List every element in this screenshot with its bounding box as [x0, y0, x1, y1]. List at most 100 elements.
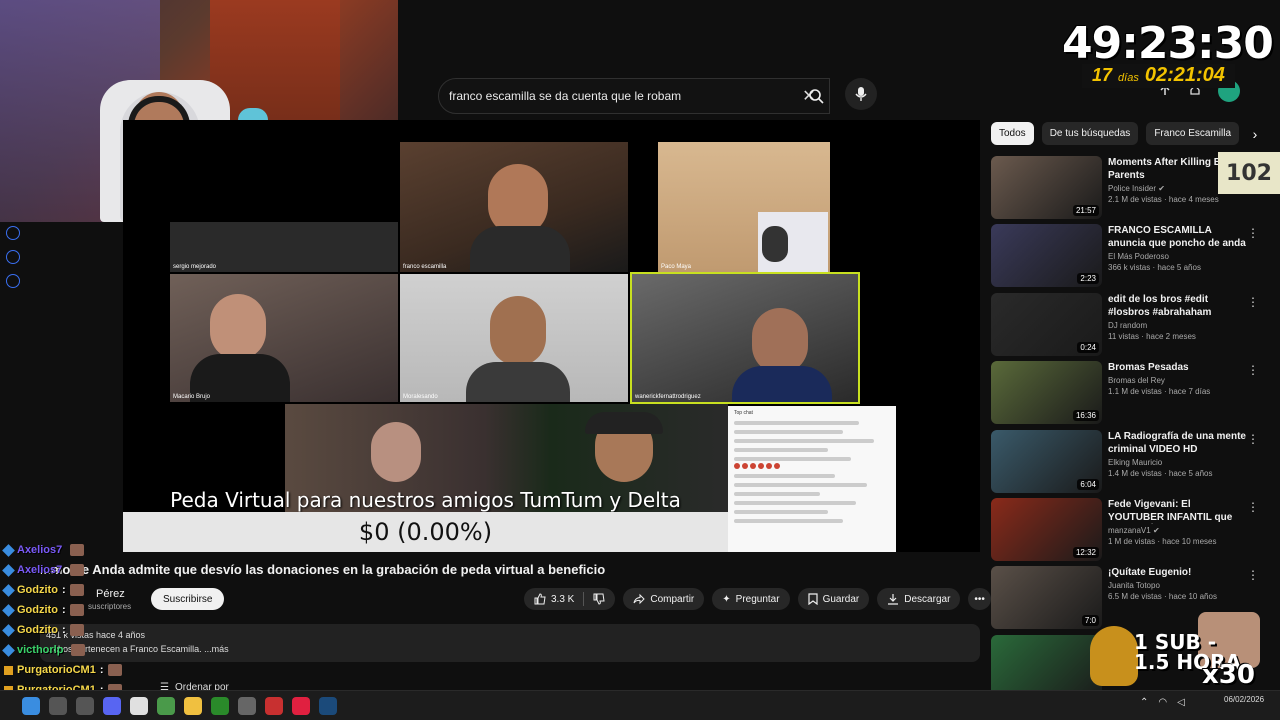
more-vert-icon[interactable]: ⋮: [1247, 295, 1259, 309]
search-icon[interactable]: [49, 697, 67, 715]
recommendation-title[interactable]: ¡Quítate Eugenio!: [1108, 566, 1248, 579]
days-count: 17: [1092, 65, 1113, 85]
opera-icon[interactable]: [292, 697, 310, 715]
emote-icon: [70, 544, 85, 556]
recommendation-channel[interactable]: El Más Poderoso: [1108, 252, 1248, 261]
recommendation-channel[interactable]: Bromas del Rey: [1108, 376, 1248, 385]
more-vert-icon[interactable]: ⋮: [1247, 432, 1259, 446]
description-box[interactable]: [40, 624, 980, 662]
app-icon[interactable]: [238, 697, 256, 715]
more-vert-icon[interactable]: ⋮: [1247, 226, 1259, 240]
recommendation-item[interactable]: 0:24 edit de los bros #edit #losbros #abr…: [991, 292, 1267, 361]
stream-chat-panel: Top chat: [728, 406, 896, 552]
channel-name[interactable]: Pérez: [96, 588, 125, 600]
volume-icon[interactable]: ◁: [1177, 697, 1185, 708]
recommendation-title[interactable]: Bromas Pesadas: [1108, 361, 1248, 374]
taskview-icon[interactable]: [76, 697, 94, 715]
sparkle-icon: ✦: [722, 593, 731, 605]
explorer-icon[interactable]: [184, 697, 202, 715]
participant-tile: Moralesando: [400, 274, 628, 402]
chat-title: Top chat: [734, 410, 753, 416]
video-thumbnail[interactable]: 7:0: [991, 566, 1102, 630]
recommendation-title[interactable]: LA Radiografía de una mente criminal VID…: [1108, 430, 1248, 456]
recommendation-channel[interactable]: Juanita Totopo: [1108, 581, 1248, 590]
recommendation-title[interactable]: FRANCO ESCAMILLA anuncia que poncho de a…: [1108, 224, 1248, 250]
recommendation-item[interactable]: 12:32 Fede Vigevani: El YOUTUBER INFANTIL…: [991, 497, 1267, 566]
taskbar-date: 06/02/2026: [1224, 695, 1265, 704]
more-vert-icon[interactable]: ⋮: [1247, 363, 1259, 377]
uptime-counter: 17 días 02:21:04: [1082, 64, 1235, 88]
video-thumbnail[interactable]: 6:04: [991, 429, 1102, 493]
download-button[interactable]: Descargar: [877, 588, 961, 610]
chat-username[interactable]: Axelios7: [17, 544, 62, 556]
voice-search-button[interactable]: [845, 78, 877, 110]
video-thumbnail[interactable]: 16:36: [991, 361, 1102, 425]
chat-text: :: [61, 604, 66, 616]
ask-button[interactable]: ✦ Preguntar: [712, 588, 790, 610]
chip-franco[interactable]: Franco Escamilla: [1146, 122, 1240, 145]
video-thumbnail[interactable]: 2:23: [991, 224, 1102, 288]
chrome-icon[interactable]: [157, 697, 175, 715]
chip-from-searches[interactable]: De tus búsquedas: [1041, 122, 1139, 145]
recommendation-title[interactable]: edit de los bros #edit #losbros #abrahah…: [1108, 293, 1248, 319]
participant-name: Paco Maya: [661, 264, 692, 270]
search-input[interactable]: franco escamilla se da cuenta que le rob…: [449, 89, 799, 103]
chat-username[interactable]: PurgatorioCM1: [17, 664, 96, 676]
more-vert-icon[interactable]: ⋮: [1247, 500, 1259, 514]
network-icon[interactable]: ◠: [1158, 697, 1167, 708]
video-thumbnail[interactable]: [991, 634, 1102, 698]
discord-icon[interactable]: [103, 697, 121, 715]
subscribe-button[interactable]: Suscribirse: [151, 588, 225, 610]
viewer-count-badge: 102: [1218, 152, 1280, 194]
recommendation-item[interactable]: 6:04 LA Radiografía de una mente criminal…: [991, 429, 1267, 498]
more-vert-icon[interactable]: ⋮: [1247, 568, 1259, 582]
save-button[interactable]: Guardar: [797, 588, 870, 610]
thumbs-up-icon: [534, 593, 546, 605]
emote-icon: [69, 604, 84, 616]
recommendation-channel[interactable]: manzanaV1 ✔: [1108, 526, 1248, 535]
like-count: 3.3 K: [551, 593, 575, 605]
recommendation-item[interactable]: 16:36 Bromas Pesadas Bromas del Rey 1.1 M d…: [991, 361, 1267, 429]
share-icon: [633, 593, 646, 605]
chat-username[interactable]: Axelios7: [17, 564, 62, 576]
participant-name: wanerickfernattrodriguez: [635, 394, 701, 400]
chat-badge-icon: [2, 643, 15, 657]
more-icon: •••: [974, 593, 985, 605]
recommendation-channel[interactable]: DJ random: [1108, 321, 1248, 330]
emote-icon: [70, 564, 85, 576]
chat-username[interactable]: Godzito: [17, 624, 58, 636]
like-button[interactable]: 3.3 K: [524, 588, 616, 610]
video-thumbnail[interactable]: 12:32: [991, 497, 1102, 561]
clock-icon[interactable]: [6, 226, 20, 240]
search-button[interactable]: [798, 78, 834, 114]
taskbar-clock[interactable]: 06/02/2026: [1224, 694, 1264, 705]
chat-username[interactable]: Godzito: [17, 604, 58, 616]
store-icon[interactable]: [130, 697, 148, 715]
app-red-icon[interactable]: [265, 697, 283, 715]
chip-all[interactable]: Todos: [991, 122, 1034, 145]
chat-username[interactable]: Godzito: [17, 584, 58, 596]
participant-tile: franco escamilla: [400, 142, 628, 272]
chevron-right-icon[interactable]: ›: [1247, 126, 1263, 142]
start-icon[interactable]: [22, 697, 40, 715]
chat-message: PurgatorioCM1:: [4, 664, 122, 676]
chevron-up-icon[interactable]: ⌃: [1140, 697, 1148, 708]
share-label: Compartir: [650, 593, 695, 605]
donation-progress-bar: $0 (0.00%): [123, 512, 728, 552]
search-box[interactable]: franco escamilla se da cuenta que le rob…: [438, 78, 830, 114]
chat-message: Axelios7: [2, 543, 85, 557]
more-actions-button[interactable]: •••: [968, 588, 991, 610]
tag-icon[interactable]: [6, 250, 20, 264]
recommendation-channel[interactable]: Elking Mauricio: [1108, 458, 1248, 467]
xbox-icon[interactable]: [211, 697, 229, 715]
steam-icon[interactable]: [319, 697, 337, 715]
video-duration: 12:32: [1072, 546, 1099, 558]
recommendation-title[interactable]: Fede Vigevani: El YOUTUBER INFANTIL que …: [1108, 498, 1248, 524]
recommendation-info: LA Radiografía de una mente criminal VID…: [1108, 430, 1248, 498]
video-thumbnail[interactable]: 0:24: [991, 292, 1102, 356]
share-button[interactable]: Compartir: [623, 588, 705, 610]
video-thumbnail[interactable]: 21:57: [991, 156, 1102, 219]
chat-username[interactable]: victhorlp: [17, 644, 63, 656]
settings-icon[interactable]: [6, 274, 20, 288]
recommendation-item[interactable]: 2:23 FRANCO ESCAMILLA anuncia que poncho …: [991, 224, 1267, 292]
